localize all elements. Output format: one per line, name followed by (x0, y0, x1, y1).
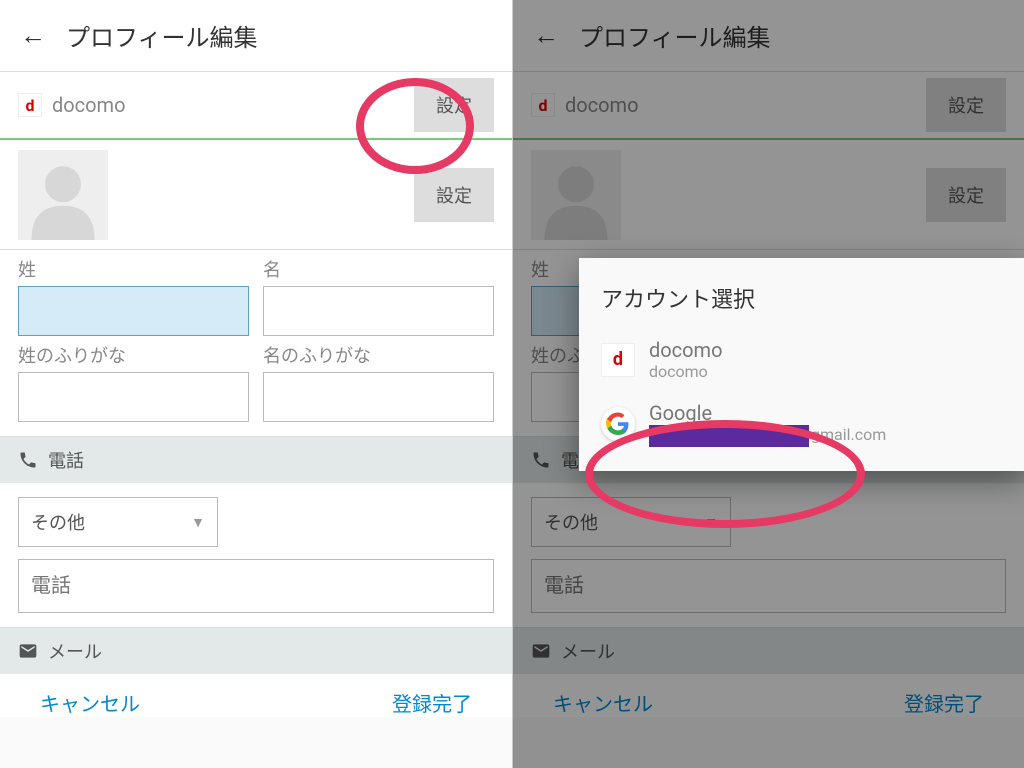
bottom-actions: キャンセル 登録完了 (0, 674, 512, 717)
phone-icon (18, 450, 38, 470)
phone-type-select[interactable]: その他 ▼ (18, 497, 218, 547)
back-arrow-icon[interactable]: ← (20, 20, 46, 51)
avatar-settings-button[interactable]: 設定 (414, 168, 494, 222)
dropdown-triangle-icon: ▼ (191, 514, 205, 531)
redacted-email-icon (649, 425, 809, 447)
account-select-dialog: アカウント選択 d docomo docomo Google gmail.com (579, 258, 1024, 471)
dialog-item-docomo[interactable]: d docomo docomo (579, 328, 1024, 391)
header: ← プロフィール編集 (0, 0, 512, 72)
account-settings-button[interactable]: 設定 (414, 78, 494, 132)
page-title: プロフィール編集 (66, 18, 258, 53)
mail-icon (18, 641, 38, 661)
docomo-logo-icon: d (18, 93, 42, 117)
account-name: docomo (52, 93, 414, 117)
firstname-input[interactable] (263, 286, 494, 336)
phone-type-value: その他 (31, 509, 85, 535)
dialog-item-sub: gmail.com (649, 425, 886, 447)
phone-section: その他 ▼ (0, 483, 512, 628)
name-section: 姓 名 姓のふりがな 名のふりがな (0, 250, 512, 437)
dialog-item-sub: docomo (649, 362, 723, 381)
dialog-item-google[interactable]: Google gmail.com (579, 391, 1024, 457)
docomo-logo-icon: d (601, 343, 635, 377)
cancel-button[interactable]: キャンセル (40, 688, 140, 717)
google-logo-icon (601, 407, 635, 441)
phone-section-label: 電話 (48, 447, 84, 473)
mail-section-header: メール (0, 628, 512, 674)
avatar-row: 設定 (0, 140, 512, 250)
dialog-item-main: docomo (649, 338, 723, 362)
label-firstname: 名 (263, 256, 494, 282)
label-lastname-furigana: 姓のふりがな (18, 342, 249, 368)
lastname-furigana-input[interactable] (18, 372, 249, 422)
phone-section-header: 電話 (0, 437, 512, 483)
firstname-furigana-input[interactable] (263, 372, 494, 422)
phone-input[interactable] (18, 559, 494, 613)
dialog-item-main: Google (649, 401, 886, 425)
label-firstname-furigana: 名のふりがな (263, 342, 494, 368)
account-row: d docomo 設定 (0, 72, 512, 140)
right-pane: ← プロフィール編集 d docomo 設定 設定 姓 名 姓のふりがな (512, 0, 1024, 768)
avatar-placeholder-icon[interactable] (18, 150, 108, 240)
save-button[interactable]: 登録完了 (392, 688, 472, 717)
dialog-title: アカウント選択 (579, 276, 1024, 328)
mail-section-label: メール (48, 638, 102, 664)
label-lastname: 姓 (18, 256, 249, 282)
left-pane: ← プロフィール編集 d docomo 設定 設定 姓 名 姓のふりがな (0, 0, 512, 768)
lastname-input[interactable] (18, 286, 249, 336)
